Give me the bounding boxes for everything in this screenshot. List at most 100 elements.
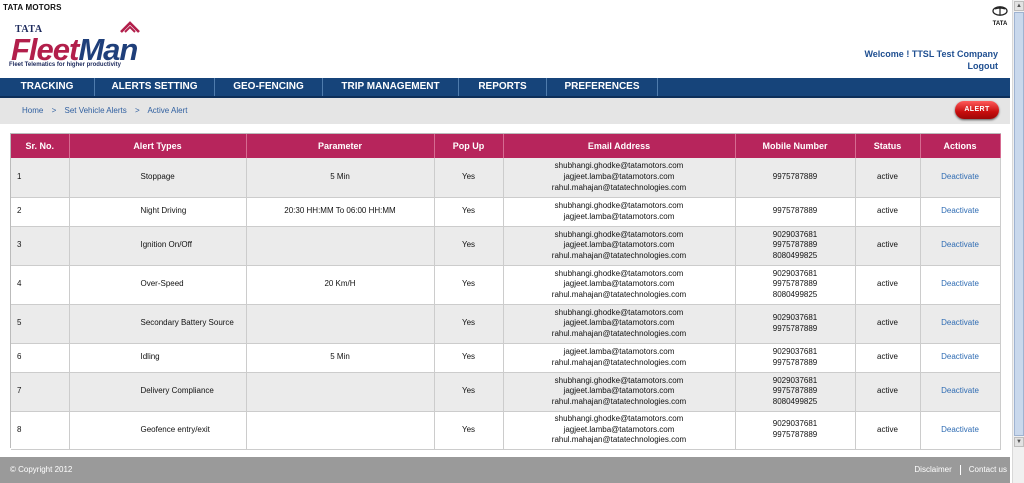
scrollbar-thumb[interactable]: [1014, 12, 1024, 436]
disclaimer-link[interactable]: Disclaimer: [914, 465, 951, 474]
cell-sr: 1: [11, 158, 70, 198]
email: jagjeet.lamba@tatamotors.com: [563, 171, 675, 181]
fleetman-logo[interactable]: TATA FleetMan Fleet Telematics for highe…: [9, 18, 149, 72]
email: shubhangi.ghodke@tatamotors.com: [554, 229, 684, 239]
email: jagjeet.lamba@tatamotors.com: [563, 279, 675, 289]
email: rahul.mahajan@tatatechnologies.com: [551, 396, 687, 406]
email: jagjeet.lamba@tatamotors.com: [563, 386, 675, 396]
cell-emails: shubhangi.ghodke@tatamotors.com jagjeet.l…: [503, 265, 736, 305]
cell-status: active: [855, 343, 921, 373]
cell-emails: shubhangi.ghodke@tatamotors.com jagjeet.l…: [503, 158, 736, 198]
email: jagjeet.lamba@tatamotors.com: [563, 318, 675, 328]
cell-alert-type: Secondary Battery Source: [69, 304, 247, 344]
mobile: 8080499825: [772, 396, 818, 406]
table-row: 6 Idling 5 Min Yes jagjeet.lamba@tatamot…: [11, 343, 1001, 373]
cell-emails: shubhangi.ghodke@tatamotors.com jagjeet.l…: [503, 411, 736, 450]
mobile: 9975787889: [772, 279, 818, 289]
cell-status: active: [855, 304, 921, 344]
alert-button[interactable]: ALERT: [955, 101, 999, 119]
footer-links: Disclaimer Contact us: [914, 465, 1007, 475]
email: shubhangi.ghodke@tatamotors.com: [554, 161, 684, 171]
deactivate-link[interactable]: Deactivate: [941, 425, 979, 434]
logout-link[interactable]: Logout: [864, 60, 999, 72]
cell-popup: Yes: [434, 304, 504, 344]
vertical-scrollbar[interactable]: ▲ ▼: [1012, 0, 1024, 483]
cell-status: active: [855, 197, 921, 227]
breadcrumb-home[interactable]: Home: [22, 106, 43, 115]
mobile: 8080499825: [772, 289, 818, 299]
email: rahul.mahajan@tatatechnologies.com: [551, 250, 687, 260]
breadcrumb-set-vehicle-alerts[interactable]: Set Vehicle Alerts: [64, 106, 126, 115]
email: rahul.mahajan@tatatechnologies.com: [551, 182, 687, 192]
scroll-up-icon[interactable]: ▲: [1014, 1, 1024, 11]
col-status: Status: [855, 134, 921, 158]
nav-preferences[interactable]: PREFERENCES: [547, 78, 658, 96]
cell-mobiles: 9029037681 9975787889: [735, 304, 856, 344]
email: shubhangi.ghodke@tatamotors.com: [554, 375, 684, 385]
cell-sr: 6: [11, 343, 70, 373]
nav-alerts-setting[interactable]: ALERTS SETTING: [95, 78, 215, 96]
mobile: 9029037681: [772, 229, 818, 239]
email: jagjeet.lamba@tatamotors.com: [563, 240, 675, 250]
deactivate-link[interactable]: Deactivate: [941, 206, 979, 215]
cell-status: active: [855, 411, 921, 450]
cell-mobiles: 9029037681 9975787889 8080499825: [735, 226, 856, 266]
cell-mobiles: 9975787889: [735, 197, 856, 227]
app-page: TATA MOTORS TATA TATA FleetMan Fleet Tel…: [0, 0, 1010, 483]
mobile: 9029037681: [772, 312, 818, 322]
mobile: 9975787889: [772, 430, 818, 439]
email: shubhangi.ghodke@tatamotors.com: [554, 200, 684, 210]
cell-sr: 3: [11, 226, 70, 266]
cell-parameter: 20 Km/H: [246, 265, 435, 305]
mobile: 9975787889: [772, 171, 818, 181]
cell-popup: Yes: [434, 265, 504, 305]
cell-parameter: 5 Min: [246, 343, 435, 373]
cell-status: active: [855, 226, 921, 266]
scroll-down-icon[interactable]: ▼: [1014, 437, 1024, 447]
deactivate-link[interactable]: Deactivate: [941, 386, 979, 395]
cell-action: Deactivate: [920, 226, 1001, 266]
cell-emails: shubhangi.ghodke@tatamotors.com jagjeet.l…: [503, 372, 736, 412]
col-email-address: Email Address: [503, 134, 736, 158]
deactivate-link[interactable]: Deactivate: [941, 318, 979, 327]
deactivate-link[interactable]: Deactivate: [941, 240, 979, 249]
mobile: 9029037681: [772, 346, 818, 356]
table-row: 5 Secondary Battery Source Yes shubhangi…: [11, 304, 1001, 344]
cell-alert-type: Stoppage: [69, 158, 247, 198]
table-row: 2 Night Driving 20:30 HH:MM To 06:00 HH:…: [11, 197, 1001, 227]
nav-tracking[interactable]: TRACKING: [0, 78, 95, 96]
mobile: 9975787889: [772, 240, 818, 250]
contact-us-link[interactable]: Contact us: [969, 465, 1007, 474]
cell-popup: Yes: [434, 158, 504, 198]
cell-parameter: [246, 372, 435, 412]
email: shubhangi.ghodke@tatamotors.com: [554, 414, 684, 424]
mobile: 9029037681: [772, 268, 818, 278]
deactivate-link[interactable]: Deactivate: [941, 352, 979, 361]
nav-trip-management[interactable]: TRIP MANAGEMENT: [323, 78, 459, 96]
cell-emails: shubhangi.ghodke@tatamotors.com jagjeet.l…: [503, 197, 736, 227]
cell-action: Deactivate: [920, 304, 1001, 344]
cell-parameter: [246, 411, 435, 450]
nav-geo-fencing[interactable]: GEO-FENCING: [215, 78, 323, 96]
breadcrumb-separator: >: [51, 106, 57, 115]
cell-emails: shubhangi.ghodke@tatamotors.com jagjeet.l…: [503, 226, 736, 266]
cell-parameter: [246, 226, 435, 266]
table-row: 4 Over-Speed 20 Km/H Yes shubhangi.ghodk…: [11, 265, 1001, 305]
deactivate-link[interactable]: Deactivate: [941, 172, 979, 181]
email: rahul.mahajan@tatatechnologies.com: [551, 357, 687, 367]
cell-status: active: [855, 158, 921, 198]
cell-popup: Yes: [434, 372, 504, 412]
cell-emails: shubhangi.ghodke@tatamotors.com jagjeet.l…: [503, 304, 736, 344]
email: jagjeet.lamba@tatamotors.com: [563, 424, 675, 434]
col-pop-up: Pop Up: [434, 134, 504, 158]
mobile: 9029037681: [772, 419, 818, 429]
cell-alert-type: Delivery Compliance: [69, 372, 247, 412]
col-sr-no: Sr. No.: [11, 134, 70, 158]
table-row: 3 Ignition On/Off Yes shubhangi.ghodke@t…: [11, 226, 1001, 266]
copyright: © Copyright 2012: [10, 465, 73, 474]
nav-reports[interactable]: REPORTS: [459, 78, 547, 96]
cell-action: Deactivate: [920, 411, 1001, 450]
deactivate-link[interactable]: Deactivate: [941, 279, 979, 288]
tata-logo-text: TATA: [992, 21, 1008, 27]
table-row: 1 Stoppage 5 Min Yes shubhangi.ghodke@ta…: [11, 158, 1001, 198]
